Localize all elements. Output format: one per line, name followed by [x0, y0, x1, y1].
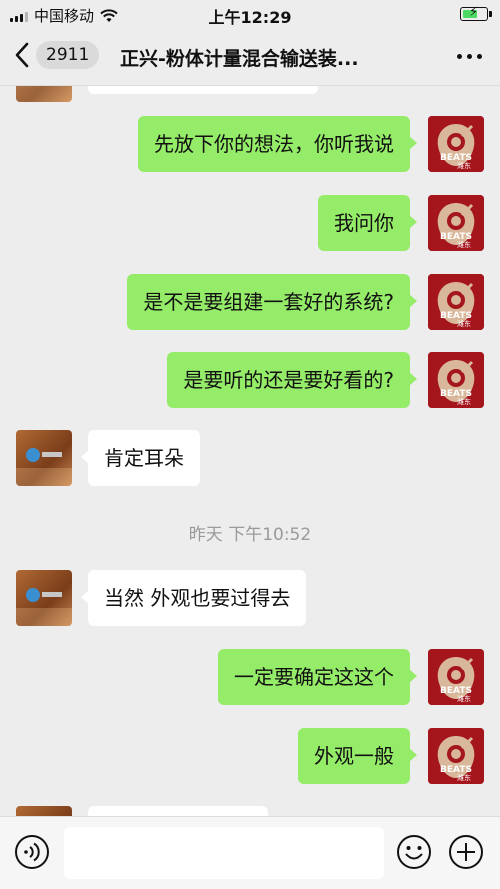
- beats-logo-icon: BEATS 潍东: [428, 649, 484, 705]
- emoji-button[interactable]: [396, 834, 432, 870]
- message-row: 是要听的还是要好看的? BEATS 潍东: [0, 350, 500, 410]
- more-dots-icon: [457, 54, 462, 59]
- avatar-subtext: 潍东: [457, 240, 471, 249]
- unread-count-badge: 2911: [36, 41, 100, 69]
- message-bubble-outgoing[interactable]: 是不是要组建一套好的系统?: [127, 274, 417, 330]
- message-row: [0, 86, 500, 102]
- my-avatar[interactable]: BEATS 潍东: [428, 649, 484, 705]
- beats-logo-icon: BEATS 潍东: [428, 728, 484, 784]
- contact-avatar[interactable]: [16, 806, 72, 816]
- message-bubble-outgoing[interactable]: 先放下你的想法，你听我说: [138, 116, 417, 172]
- nav-bar: 2911 正兴-粉体计量混合输送装...: [0, 28, 500, 86]
- avatar-subtext: 潍东: [457, 773, 471, 782]
- message-bubble-outgoing[interactable]: 一定要确定这这个: [218, 649, 417, 705]
- message-list[interactable]: 先放下你的想法，你听我说 BEATS 潍东 我问你 BEATS 潍东 是不是要组…: [0, 86, 500, 816]
- my-avatar[interactable]: BEATS 潍东: [428, 274, 484, 330]
- beats-logo-icon: BEATS 潍东: [428, 195, 484, 251]
- contact-avatar[interactable]: [16, 430, 72, 486]
- status-bar: 中国移动 上午12:29 ⚡: [0, 0, 500, 28]
- message-bubble-outgoing[interactable]: 外观一般: [298, 728, 417, 784]
- battery-charging-icon: ⚡: [460, 6, 492, 21]
- message-row: 外观一般 BEATS 潍东: [0, 726, 500, 786]
- message-row: 先放下你的想法，你听我说 BEATS 潍东: [0, 114, 500, 174]
- message-bubble-incoming[interactable]: 当然 外观也要过得去: [80, 570, 307, 626]
- chevron-left-icon: [15, 42, 29, 68]
- message-row: 我问你 BEATS 潍东: [0, 193, 500, 253]
- message-row: [0, 804, 500, 816]
- message-bubble-incoming[interactable]: 肯定耳朵: [81, 430, 200, 486]
- message-row: 肯定耳朵: [0, 428, 500, 488]
- my-avatar[interactable]: BEATS 潍东: [428, 116, 484, 172]
- more-options-button[interactable]: [457, 54, 482, 59]
- message-row: 是不是要组建一套好的系统? BEATS 潍东: [0, 272, 500, 332]
- message-bubble-incoming[interactable]: [88, 806, 268, 816]
- message-input[interactable]: [64, 827, 384, 879]
- time-separator: 昨天 下午10:52: [188, 525, 312, 545]
- beats-logo-icon: BEATS 潍东: [428, 352, 484, 408]
- beats-logo-icon: BEATS 潍东: [428, 274, 484, 330]
- avatar-subtext: 潍东: [457, 694, 471, 703]
- message-bubble-incoming[interactable]: [88, 86, 318, 94]
- my-avatar[interactable]: BEATS 潍东: [428, 352, 484, 408]
- message-bubble-outgoing[interactable]: 我问你: [318, 195, 417, 251]
- back-button[interactable]: 2911: [14, 40, 100, 70]
- my-avatar[interactable]: BEATS 潍东: [428, 728, 484, 784]
- chat-title: 正兴-粉体计量混合输送装...: [120, 48, 359, 70]
- more-functions-button[interactable]: [448, 834, 484, 870]
- my-avatar[interactable]: BEATS 潍东: [428, 195, 484, 251]
- avatar-subtext: 潍东: [457, 161, 471, 170]
- voice-input-button[interactable]: [14, 834, 50, 870]
- message-bubble-outgoing[interactable]: 是要听的还是要好看的?: [167, 352, 417, 408]
- input-bar: [0, 816, 500, 889]
- status-time: 上午12:29: [208, 8, 292, 27]
- contact-avatar[interactable]: [16, 570, 72, 626]
- avatar-subtext: 潍东: [457, 397, 471, 406]
- avatar-subtext: 潍东: [457, 319, 471, 328]
- message-row: 一定要确定这这个 BEATS 潍东: [0, 647, 500, 707]
- contact-avatar[interactable]: [16, 86, 72, 102]
- message-row: 当然 外观也要过得去: [0, 568, 500, 628]
- beats-logo-icon: BEATS 潍东: [428, 116, 484, 172]
